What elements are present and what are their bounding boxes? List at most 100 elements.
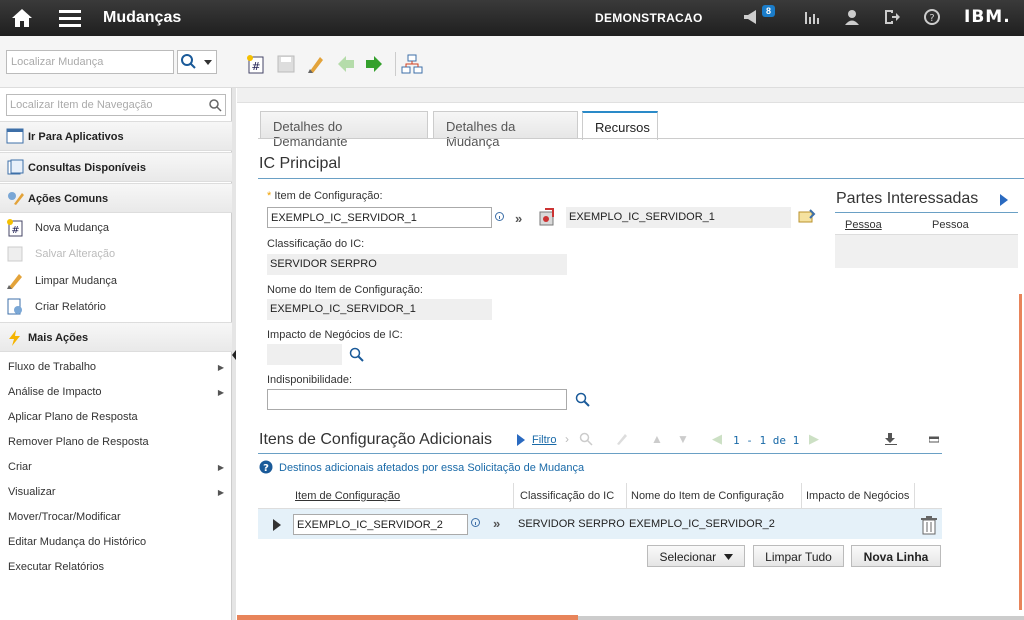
ci-input[interactable]: EXEMPLO_IC_SERVIDOR_1	[267, 207, 492, 228]
more-remove-plan[interactable]: Remover Plano de Resposta	[8, 436, 228, 448]
clear-icon[interactable]	[306, 54, 328, 74]
app-title: Mudanças	[103, 9, 182, 26]
stakeholders-title: Partes Interessadas	[836, 190, 979, 207]
sidebar-more-actions-label: Mais Ações	[28, 332, 89, 344]
filter-arrow-icon[interactable]	[516, 433, 526, 450]
col-ci[interactable]: Item de Configuração	[295, 490, 400, 502]
lightning-icon	[6, 329, 24, 350]
tab-resources[interactable]: Recursos	[582, 111, 658, 140]
clear-filter-icon[interactable]	[615, 432, 629, 449]
action-label: Criar Relatório	[35, 301, 106, 313]
user-icon[interactable]	[844, 9, 860, 28]
ibm-logo: IBM.	[964, 7, 1011, 27]
detail-arrow-icon[interactable]: »	[493, 516, 500, 531]
table-row[interactable]: EXEMPLO_IC_SERVIDOR_2 » SERVIDOR SERPRO …	[258, 509, 942, 539]
col-ci-name[interactable]: Nome do Item de Configuração	[631, 490, 784, 502]
search-options-button[interactable]	[177, 50, 217, 74]
select-button-label: Selecionar	[659, 550, 717, 564]
unavailability-input[interactable]	[267, 389, 567, 410]
more-edit-history[interactable]: Editar Mudança do Histórico	[8, 536, 228, 548]
help-icon[interactable]: ?	[259, 460, 273, 477]
chart-icon[interactable]	[804, 9, 820, 28]
action-save-change[interactable]: Salvar Alteração	[0, 242, 232, 266]
new-record-icon[interactable]: #	[246, 54, 268, 74]
nav-search-input[interactable]: Localizar Item de Navegação	[6, 94, 226, 116]
info-icon[interactable]	[495, 210, 504, 224]
sidebar-queries-label: Consultas Disponíveis	[28, 162, 146, 174]
attach-icon[interactable]	[798, 208, 816, 229]
more-create[interactable]: Criar ▶	[8, 461, 228, 473]
more-label: Análise de Impacto	[8, 386, 102, 398]
action-clear-change[interactable]: Limpar Mudança	[0, 269, 232, 293]
stakeholders-col-person-link[interactable]: Pessoa	[845, 219, 882, 231]
more-impact-analysis[interactable]: Análise de Impacto ▶	[8, 386, 228, 398]
clear-all-button[interactable]: Limpar Tudo	[753, 545, 844, 567]
more-run-reports[interactable]: Executar Relatórios	[8, 561, 228, 573]
workflow-icon[interactable]	[401, 54, 423, 74]
sidebar: Localizar Item de Navegação Ir Para Apli…	[0, 88, 232, 620]
more-apply-plan[interactable]: Aplicar Plano de Resposta	[8, 411, 228, 423]
help-icon[interactable]: ?	[924, 9, 940, 28]
ci-lookup-icon[interactable]	[538, 207, 558, 230]
expand-arrow-icon[interactable]	[999, 193, 1009, 210]
info-icon[interactable]	[471, 516, 480, 530]
row-expand-icon[interactable]	[272, 518, 282, 535]
select-button[interactable]: Selecionar	[647, 545, 745, 567]
minimize-icon[interactable]	[928, 433, 940, 447]
previous-icon[interactable]	[336, 54, 358, 74]
sidebar-go-to-apps[interactable]: Ir Para Aplicativos	[0, 121, 232, 151]
action-new-change[interactable]: # Nova Mudança	[0, 216, 232, 240]
svg-text:?: ?	[263, 463, 269, 474]
detail-arrow-icon[interactable]: »	[515, 211, 522, 226]
download-icon[interactable]	[884, 432, 898, 449]
row-ci-input[interactable]: EXEMPLO_IC_SERVIDOR_2	[293, 514, 468, 535]
additional-cis-title: Itens de Configuração Adicionais	[259, 431, 493, 448]
search-icon[interactable]	[349, 347, 365, 366]
logout-icon[interactable]	[884, 9, 900, 28]
search-change-input[interactable]: Localizar Mudança	[6, 50, 174, 74]
move-down-icon[interactable]: ▼	[677, 432, 689, 446]
main-content: Detalhes do Demandante Detalhes da Mudan…	[237, 88, 1024, 620]
next-icon[interactable]	[364, 54, 386, 74]
search-icon[interactable]	[575, 392, 591, 411]
find-icon[interactable]	[579, 432, 593, 449]
action-label: Salvar Alteração	[35, 248, 116, 260]
new-row-button[interactable]: Nova Linha	[851, 545, 941, 567]
sidebar-collapse-handle[interactable]	[232, 88, 236, 620]
search-icon[interactable]	[208, 98, 222, 112]
new-record-icon: #	[6, 219, 24, 240]
trash-icon[interactable]	[920, 515, 938, 538]
col-business-impact[interactable]: Impacto de Negócios	[806, 490, 909, 502]
menu-icon[interactable]	[58, 8, 82, 31]
more-move-swap[interactable]: Mover/Trocar/Modificar	[8, 511, 228, 523]
more-label: Mover/Trocar/Modificar	[8, 511, 121, 523]
classification-value: SERVIDOR SERPRO	[267, 254, 567, 275]
col-classification[interactable]: Classificação do IC	[520, 490, 614, 502]
chevron-down-icon	[723, 554, 733, 560]
sidebar-common-actions[interactable]: Ações Comuns	[0, 183, 232, 213]
tab-change-details[interactable]: Detalhes da Mudança	[433, 111, 578, 149]
home-icon[interactable]	[10, 7, 34, 32]
tab-requester-details[interactable]: Detalhes do Demandante	[260, 111, 428, 149]
save-icon[interactable]	[276, 54, 298, 74]
sidebar-more-actions[interactable]: Mais Ações	[0, 322, 232, 352]
action-create-report[interactable]: Criar Relatório	[0, 295, 232, 319]
ci-label-text: Item de Configuração:	[274, 190, 383, 202]
filter-link[interactable]: Filtro	[532, 434, 556, 446]
nav-search-placeholder: Localizar Item de Navegação	[10, 99, 153, 111]
notification-badge: 8	[762, 5, 776, 17]
top-bar: Mudanças DEMONSTRACAO 8 ? IBM.	[0, 0, 1024, 36]
more-view[interactable]: Visualizar ▶	[8, 486, 228, 498]
sidebar-common-actions-label: Ações Comuns	[28, 193, 109, 205]
ci-name-value: EXEMPLO_IC_SERVIDOR_1	[267, 299, 492, 320]
sidebar-go-to-apps-label: Ir Para Aplicativos	[28, 131, 124, 143]
submenu-arrow-icon: ▶	[217, 363, 224, 372]
move-up-icon[interactable]: ▲	[651, 432, 663, 446]
previous-page-icon[interactable]: ◀	[712, 431, 722, 447]
more-workflow[interactable]: Fluxo de Trabalho ▶	[8, 361, 228, 373]
chevron-right-icon[interactable]: ›	[565, 432, 569, 446]
next-page-icon[interactable]: ▶	[809, 431, 819, 447]
sidebar-queries[interactable]: Consultas Disponíveis	[0, 152, 232, 182]
announcement-icon[interactable]	[742, 9, 760, 28]
more-label: Criar	[8, 461, 32, 473]
